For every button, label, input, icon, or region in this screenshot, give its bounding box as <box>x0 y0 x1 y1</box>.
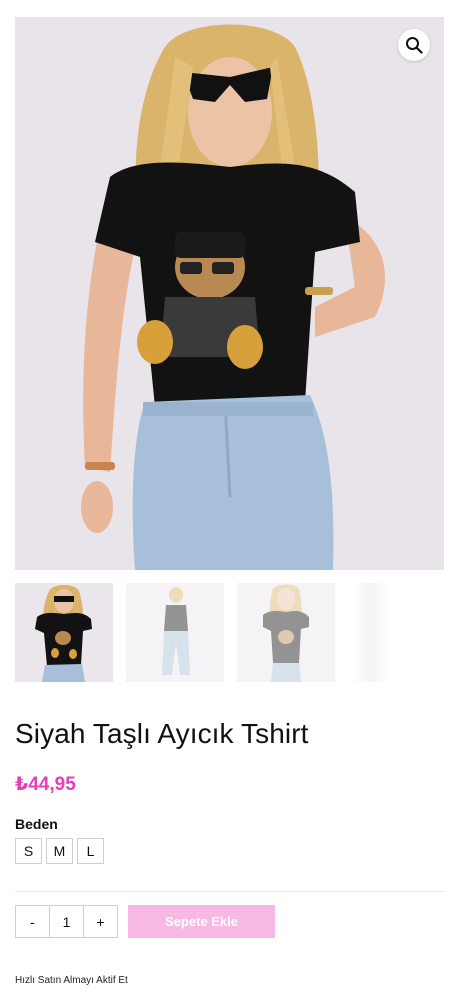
size-options: S M L <box>15 838 104 864</box>
quantity-increase-button[interactable]: + <box>84 906 117 937</box>
quantity-input[interactable]: 1 <box>49 906 84 937</box>
add-to-cart-button[interactable]: Sepete Ekle <box>128 905 275 938</box>
thumbnail-1[interactable] <box>15 583 113 682</box>
size-option-l[interactable]: L <box>77 838 104 864</box>
size-label: Beden <box>15 816 58 832</box>
quick-buy-link[interactable]: Hızlı Satın Almayı Aktif Et <box>15 975 128 986</box>
thumbnail-3[interactable] <box>237 583 335 682</box>
thumbnail-image <box>15 583 113 682</box>
quantity-stepper: - 1 + <box>15 905 118 938</box>
thumbnail-image <box>126 583 224 682</box>
model-photo <box>15 17 444 570</box>
size-option-m[interactable]: M <box>46 838 73 864</box>
thumbnail-gallery <box>15 583 444 682</box>
product-main-image[interactable] <box>15 17 444 570</box>
thumbnail-2[interactable] <box>126 583 224 682</box>
thumbnail-overflow-hint <box>351 583 391 682</box>
product-price: ₺44,95 <box>15 774 76 795</box>
product-title: Siyah Taşlı Ayıcık Tshirt <box>15 718 309 749</box>
quantity-decrease-button[interactable]: - <box>16 906 49 937</box>
divider <box>15 891 444 892</box>
zoom-button[interactable] <box>398 29 430 61</box>
size-option-s[interactable]: S <box>15 838 42 864</box>
search-icon <box>406 37 423 54</box>
thumbnail-image <box>237 583 335 682</box>
